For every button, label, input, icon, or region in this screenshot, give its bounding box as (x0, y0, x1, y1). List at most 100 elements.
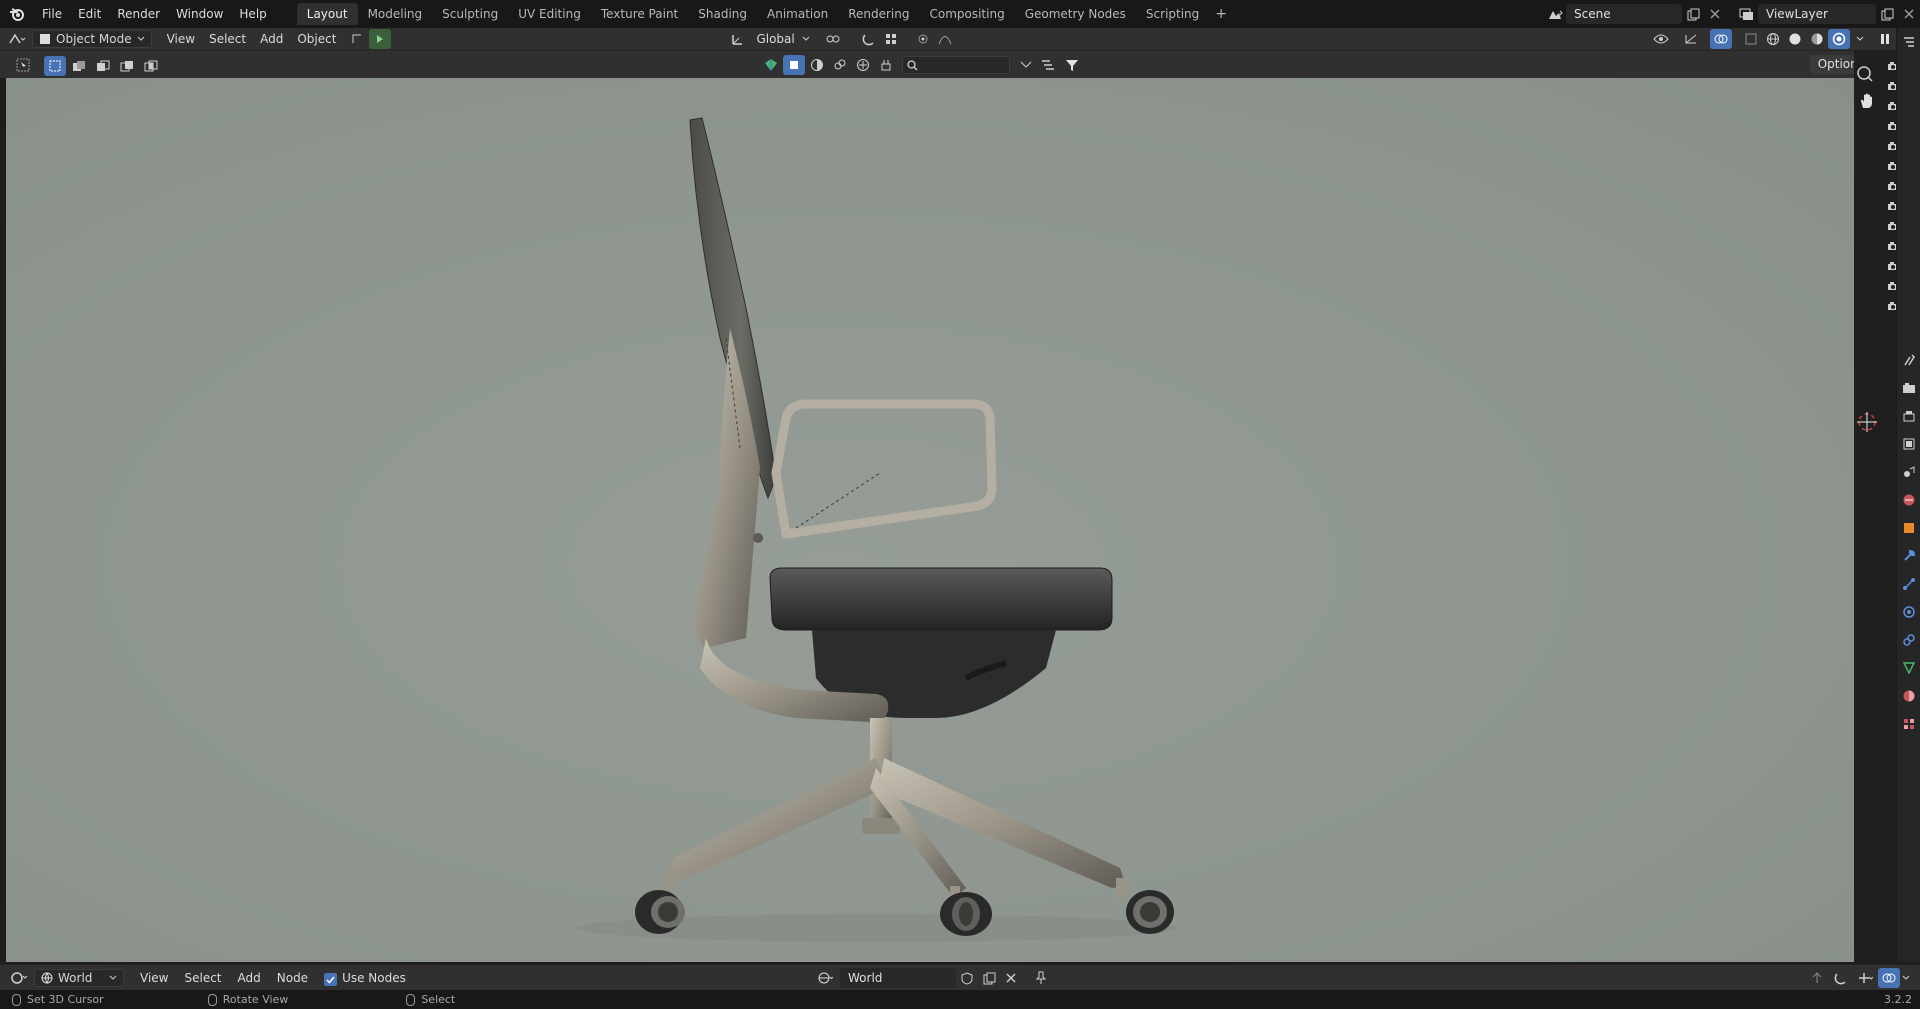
wireframe-shading-icon[interactable] (1762, 29, 1784, 49)
solid-shading-icon[interactable] (1784, 29, 1806, 49)
3d-viewport[interactable] (6, 78, 1854, 962)
tab-layout[interactable]: Layout (296, 3, 358, 25)
menu-help[interactable]: Help (231, 0, 274, 28)
shader-type-dropdown[interactable]: World (34, 968, 124, 987)
transform-affect-icon[interactable] (347, 29, 369, 49)
pin-icon[interactable] (1030, 968, 1052, 988)
mesh-filter-icon[interactable] (760, 55, 782, 75)
menu-render[interactable]: Render (109, 0, 168, 28)
falloff-icon[interactable] (934, 29, 956, 49)
snap-icon[interactable] (858, 29, 880, 49)
snap-increment-icon[interactable] (880, 29, 902, 49)
world-tab-icon[interactable] (1897, 486, 1920, 514)
select-new-icon[interactable] (44, 56, 66, 76)
editor-type-icon[interactable] (6, 29, 28, 49)
visibility-icon[interactable] (1650, 29, 1672, 49)
use-nodes-toggle[interactable]: Use Nodes (316, 968, 414, 988)
node-snap-icon[interactable] (1830, 968, 1852, 988)
object-tab-icon[interactable] (1897, 514, 1920, 542)
tab-scripting[interactable]: Scripting (1136, 3, 1209, 25)
node-menu-select[interactable]: Select (176, 968, 229, 988)
node-overlays-chevron-icon[interactable] (1902, 975, 1910, 981)
select-subtract-icon[interactable] (92, 56, 114, 76)
tab-shading[interactable]: Shading (688, 3, 757, 25)
select-extend-icon[interactable] (68, 56, 90, 76)
select-intersect-icon[interactable] (140, 56, 162, 76)
rendered-shading-icon[interactable] (1828, 29, 1850, 49)
delete-view-layer-icon[interactable] (1898, 4, 1920, 24)
viewport-menu-add[interactable]: Add (253, 30, 290, 48)
tab-animation[interactable]: Animation (757, 3, 838, 25)
paint-filter-icon[interactable] (875, 55, 897, 75)
menu-file[interactable]: File (34, 0, 70, 28)
parent-node-tree-icon[interactable] (1806, 968, 1828, 988)
xray-icon[interactable] (1740, 29, 1762, 49)
select-invert-icon[interactable] (116, 56, 138, 76)
unlink-world-icon[interactable] (1000, 968, 1022, 988)
blender-logo-icon[interactable] (0, 0, 34, 28)
viewport-menu-object[interactable]: Object (290, 30, 343, 48)
light-filter-icon[interactable] (829, 55, 851, 75)
viewport-menu-view[interactable]: View (160, 30, 202, 48)
world-browse-icon[interactable] (814, 968, 836, 988)
constraints-tab-icon[interactable] (1897, 626, 1920, 654)
node-snap-target-icon[interactable] (1854, 968, 1876, 988)
texture-tab-icon[interactable] (1897, 710, 1920, 738)
scene-name-field[interactable]: Scene (1566, 4, 1682, 24)
overlays-icon[interactable] (1710, 29, 1732, 49)
render-tab-icon[interactable] (1897, 374, 1920, 402)
transform-orientation-dropdown[interactable]: Global (749, 30, 801, 48)
proportional-editing-icon[interactable] (912, 29, 934, 49)
add-workspace-button[interactable]: + (1209, 6, 1233, 22)
outliner-icon[interactable] (1897, 28, 1920, 56)
pivot-point-icon[interactable] (822, 29, 844, 49)
modifier-tab-icon[interactable] (1897, 542, 1920, 570)
particles-tab-icon[interactable] (1897, 570, 1920, 598)
data-tab-icon[interactable] (1897, 654, 1920, 682)
tool-tab-icon[interactable] (1897, 346, 1920, 374)
tab-uv-editing[interactable]: UV Editing (508, 3, 591, 25)
node-menu-node[interactable]: Node (269, 968, 316, 988)
filter-funnel-icon[interactable] (1061, 55, 1083, 75)
tab-texture-paint[interactable]: Texture Paint (591, 3, 688, 25)
viewport-menu-select[interactable]: Select (202, 30, 253, 48)
shading-chevron-icon[interactable] (1856, 36, 1864, 42)
node-editor-type-icon[interactable] (8, 968, 30, 988)
view-layer-field[interactable]: ViewLayer (1758, 4, 1876, 24)
object-filter-icon[interactable] (783, 55, 805, 75)
search-input[interactable] (902, 56, 1010, 74)
tab-sculpting[interactable]: Sculpting (432, 3, 508, 25)
menu-window[interactable]: Window (168, 0, 231, 28)
select-tool-icon[interactable] (12, 55, 34, 75)
delete-scene-icon[interactable] (1704, 4, 1726, 24)
material-preview-icon[interactable] (1806, 29, 1828, 49)
node-overlays-icon[interactable] (1878, 968, 1900, 988)
scene-tab-icon[interactable] (1897, 458, 1920, 486)
pause-render-icon[interactable] (1874, 29, 1896, 49)
fake-user-shield-icon[interactable] (956, 968, 978, 988)
node-menu-view[interactable]: View (132, 968, 176, 988)
tab-geometry-nodes[interactable]: Geometry Nodes (1015, 3, 1136, 25)
gizmo-icon[interactable] (1680, 29, 1702, 49)
node-menu-add[interactable]: Add (230, 968, 269, 988)
tab-compositing[interactable]: Compositing (919, 3, 1014, 25)
scene-browse-icon[interactable] (1544, 4, 1566, 24)
new-view-layer-icon[interactable] (1876, 4, 1898, 24)
view-layer-browse-icon[interactable] (1736, 4, 1758, 24)
tab-rendering[interactable]: Rendering (838, 3, 919, 25)
new-world-icon[interactable] (978, 968, 1000, 988)
view-layer-tab-icon[interactable] (1897, 430, 1920, 458)
new-scene-icon[interactable] (1682, 4, 1704, 24)
material-filter-icon[interactable] (806, 55, 828, 75)
physics-tab-icon[interactable] (1897, 598, 1920, 626)
menu-edit[interactable]: Edit (70, 0, 109, 28)
snap-target-icon[interactable] (369, 29, 392, 49)
output-tab-icon[interactable] (1897, 402, 1920, 430)
world-name-field[interactable]: World (840, 968, 956, 988)
tab-modeling[interactable]: Modeling (358, 3, 433, 25)
filter-toggle-icon[interactable] (1015, 55, 1037, 75)
world-filter-icon[interactable] (852, 55, 874, 75)
material-tab-icon[interactable] (1897, 682, 1920, 710)
use-nodes-checkbox[interactable] (324, 973, 338, 986)
display-mode-icon[interactable] (1038, 55, 1060, 75)
